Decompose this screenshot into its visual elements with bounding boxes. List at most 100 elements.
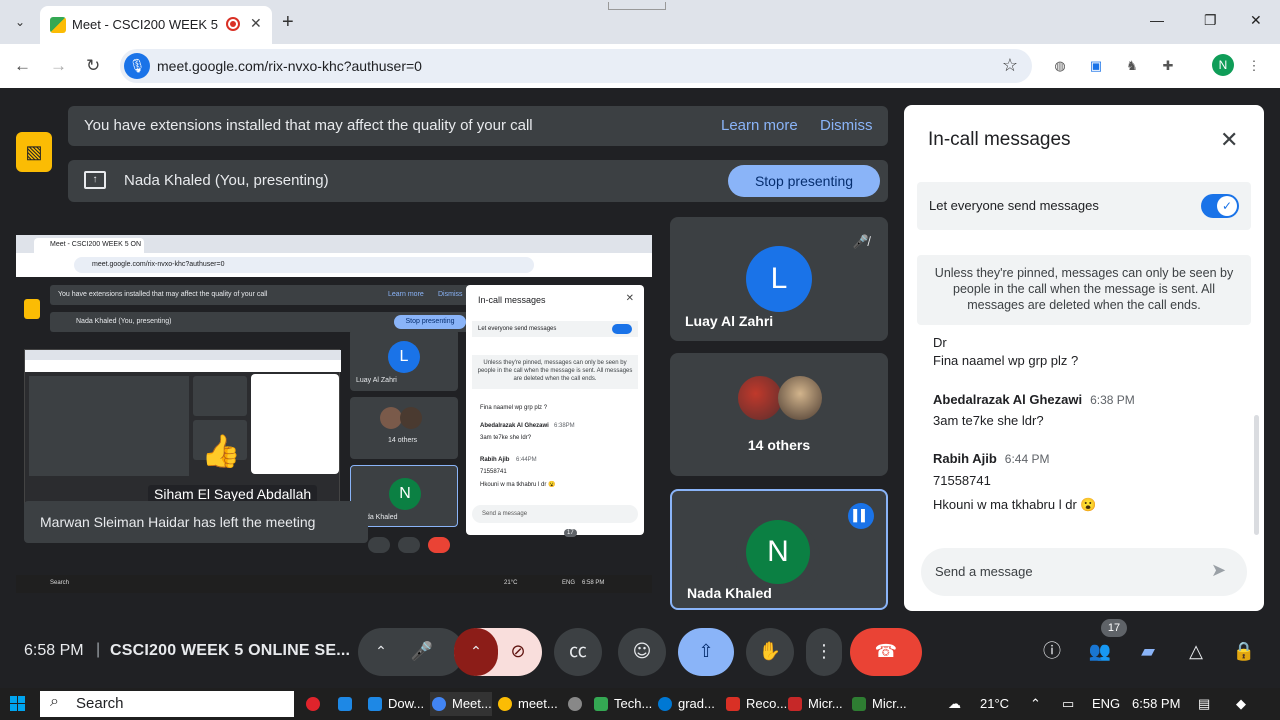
forward-button[interactable]: → bbox=[50, 56, 67, 76]
toast-text: Marwan Sleiman Haidar has left the meeti… bbox=[40, 514, 316, 530]
participant-tile-self[interactable]: ▌▌ N Nada Khaled bbox=[670, 489, 888, 610]
mic-off-icon: 🎤̸ bbox=[852, 234, 870, 249]
raise-hand-button[interactable]: ✋ bbox=[746, 628, 794, 676]
preview-avatar-n: N bbox=[389, 478, 421, 510]
extension-warning-icon[interactable]: ▧ bbox=[16, 132, 52, 172]
weather-temp[interactable]: 21°C bbox=[980, 696, 1009, 711]
tray-chevron-icon[interactable]: ⌃ bbox=[1030, 696, 1041, 712]
preview-msg-a: Fina naamel wp grp plz ? bbox=[480, 405, 548, 411]
taskbar-app-downloads[interactable]: Dow... bbox=[366, 692, 424, 716]
meeting-details-icon[interactable]: ⓘ bbox=[1037, 636, 1067, 666]
extensions-warning-banner: You have extensions installed that may a… bbox=[68, 106, 888, 146]
present-screen-button[interactable]: ⇧ bbox=[678, 628, 734, 676]
weather-icon[interactable]: ☁ bbox=[948, 696, 961, 712]
preview-url: meet.google.com/rix-nvxo-khc?authuser=0 bbox=[74, 257, 534, 273]
stop-presenting-button[interactable]: Stop presenting bbox=[728, 165, 880, 197]
bookmark-star-icon[interactable]: ☆ bbox=[1002, 55, 1018, 76]
browser-menu-icon[interactable]: ⋮ bbox=[1244, 56, 1264, 76]
taskbar-app-record[interactable]: Reco... bbox=[724, 692, 787, 716]
address-bar[interactable]: 🎙 meet.google.com/rix-nvxo-khc?authuser=… bbox=[120, 49, 1032, 83]
battery-icon[interactable]: ▭ bbox=[1062, 696, 1074, 712]
people-icon[interactable]: 👥 bbox=[1085, 636, 1115, 666]
extension-owl-icon[interactable]: ♞ bbox=[1122, 56, 1142, 76]
dismiss-link[interactable]: Dismiss bbox=[820, 117, 873, 134]
emoji-reactions-button[interactable]: ☺ bbox=[618, 628, 666, 676]
taskbar-app-meet[interactable]: Meet... bbox=[430, 692, 492, 716]
preview-panel-title: In-call messages bbox=[478, 295, 546, 305]
taskbar-search-box[interactable]: ⌕ Search bbox=[40, 691, 294, 717]
microphone-icon[interactable]: 🎤 bbox=[407, 636, 437, 666]
meeting-name: CSCI200 WEEK 5 ONLINE SE... bbox=[110, 642, 351, 659]
preview-ctrl bbox=[398, 537, 420, 553]
restore-button[interactable]: ❐ bbox=[1204, 12, 1217, 29]
back-button[interactable]: ← bbox=[14, 56, 31, 76]
preview-weather: 21°C bbox=[504, 580, 518, 586]
activities-icon[interactable]: △ bbox=[1181, 636, 1211, 666]
taskbar-app-tech[interactable]: Tech... bbox=[592, 692, 652, 716]
profile-avatar[interactable]: N bbox=[1212, 54, 1234, 76]
site-mic-indicator-icon[interactable]: 🎙 bbox=[124, 53, 150, 79]
taskbar-app-grad[interactable]: grad... bbox=[656, 692, 715, 716]
preview-banner: You have extensions installed that may a… bbox=[50, 285, 470, 305]
taskbar-clock[interactable]: 6:58 PM bbox=[1132, 696, 1180, 711]
extension-screen-icon[interactable]: ▣ bbox=[1086, 56, 1106, 76]
taskbar-settings-icon[interactable] bbox=[566, 692, 588, 716]
host-controls-icon[interactable]: 🔒 bbox=[1229, 636, 1259, 666]
participant-tile-others[interactable]: 14 others bbox=[670, 353, 888, 476]
copilot-icon[interactable]: ◆ bbox=[1236, 696, 1246, 712]
tab-search-button[interactable]: ⌄ bbox=[10, 12, 30, 32]
minimize-button[interactable]: — bbox=[1150, 12, 1164, 28]
window-drag-handle[interactable] bbox=[608, 2, 666, 10]
browser-tab-meet[interactable]: Meet - CSCI200 WEEK 5 ON ✕ bbox=[40, 6, 272, 44]
address-bar-url[interactable]: meet.google.com/rix-nvxo-khc?authuser=0 bbox=[157, 58, 422, 74]
captions-button[interactable]: ㏄ bbox=[554, 628, 602, 676]
preview-taskbar: Search 21°C ENG 6:58 PM bbox=[16, 575, 652, 593]
chat-scrollbar[interactable] bbox=[1254, 415, 1259, 535]
taskbar-s-app-icon[interactable] bbox=[336, 692, 358, 716]
extension-grammar-icon[interactable]: ◍ bbox=[1050, 56, 1070, 76]
preview-avatar-photo bbox=[400, 407, 422, 429]
preview-send-box: Send a message bbox=[472, 505, 638, 523]
preview-taskbar-search: Search bbox=[50, 580, 70, 586]
window-close-button[interactable]: ✕ bbox=[1250, 12, 1262, 29]
send-message-input[interactable]: Send a message ➤ bbox=[921, 548, 1247, 596]
reload-button[interactable]: ↻ bbox=[86, 56, 100, 76]
banner-message: You have extensions installed that may a… bbox=[84, 117, 533, 134]
taskbar-app-micr-2[interactable]: Micr... bbox=[850, 692, 907, 716]
chat-message-list[interactable]: Dr Fina naamel wp grp plz ? Abedalrazak … bbox=[904, 333, 1254, 553]
meeting-clock: 6:58 PM bbox=[24, 642, 84, 659]
taskbar-opera-icon[interactable] bbox=[304, 692, 326, 716]
preview-avatar-l: L bbox=[388, 341, 420, 373]
leave-call-button[interactable]: ☎ bbox=[850, 628, 922, 676]
learn-more-link[interactable]: Learn more bbox=[721, 117, 798, 134]
camera-off-icon[interactable]: ⊘ bbox=[503, 636, 533, 666]
let-everyone-send-toggle[interactable] bbox=[1201, 194, 1239, 218]
chat-message-text: 71558741 bbox=[933, 473, 991, 488]
taskbar-app-meet-2[interactable]: meet... bbox=[496, 692, 558, 716]
audio-options-chevron-icon[interactable]: ⌃ bbox=[366, 636, 396, 666]
language-indicator[interactable]: ENG bbox=[1092, 696, 1120, 711]
taskbar-app-micr-1[interactable]: Micr... bbox=[786, 692, 843, 716]
more-options-button[interactable]: ⋮ bbox=[806, 628, 842, 676]
extensions-puzzle-icon[interactable]: ✚ bbox=[1158, 56, 1178, 76]
send-icon[interactable]: ➤ bbox=[1211, 560, 1226, 581]
preview-learn-more: Learn more bbox=[388, 291, 424, 298]
participant-tile-luay[interactable]: 🎤̸ L Luay Al Zahri bbox=[670, 217, 888, 341]
preview-msg-b: 3am te7ke she ldr? bbox=[480, 435, 532, 441]
setting-label: Let everyone send messages bbox=[929, 198, 1099, 213]
preview-ctrl bbox=[368, 537, 390, 553]
tab-close-icon[interactable]: ✕ bbox=[250, 15, 262, 32]
preview-setting-label: Let everyone send messages bbox=[478, 326, 557, 332]
meeting-separator: | bbox=[96, 641, 101, 658]
windows-start-icon[interactable] bbox=[10, 696, 26, 712]
new-tab-button[interactable]: + bbox=[282, 11, 294, 34]
chat-icon[interactable]: ▰ bbox=[1133, 636, 1163, 666]
panel-close-icon[interactable]: ✕ bbox=[1220, 127, 1238, 153]
let-everyone-send-setting: Let everyone send messages bbox=[917, 182, 1251, 230]
video-options-chevron-icon[interactable]: ⌃ bbox=[454, 628, 498, 676]
preview-time-c: 6:44PM bbox=[516, 457, 537, 463]
preview-hangup bbox=[428, 537, 450, 553]
nested-tab-strip bbox=[25, 350, 341, 360]
notifications-icon[interactable]: ▤ bbox=[1198, 696, 1210, 712]
preview-time-b: 6:38PM bbox=[554, 423, 575, 429]
